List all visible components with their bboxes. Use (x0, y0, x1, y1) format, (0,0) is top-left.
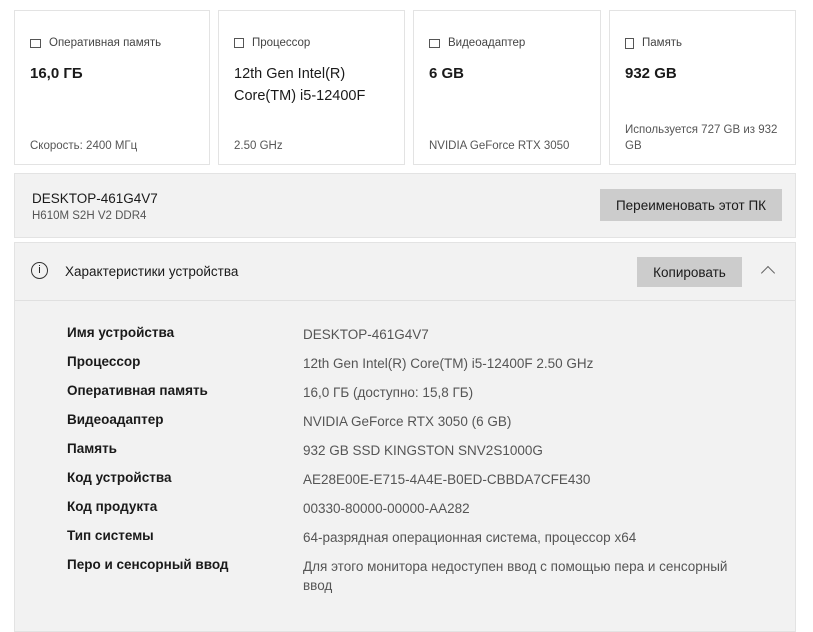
pc-model: H610M S2H V2 DDR4 (32, 210, 147, 222)
spec-label: Код продукта (67, 499, 158, 514)
info-icon: i (31, 262, 48, 279)
gpu-icon (429, 38, 440, 48)
cpu-icon (234, 38, 244, 48)
card-value: 932 GB (625, 65, 677, 82)
specs-title: Характеристики устройства (65, 264, 239, 279)
card-storage: Память 932 GB Используется 727 GB из 932… (609, 10, 796, 165)
specs-header[interactable]: i Характеристики устройства Копировать (15, 243, 795, 301)
card-sub: Скорость: 2400 МГц (30, 140, 138, 152)
card-ram: Оперативная память 16,0 ГБ Скорость: 240… (14, 10, 210, 165)
card-sub: Используется 727 GB из 932 GB (625, 124, 778, 152)
spec-row: Перо и сенсорный ввод Для этого монитора … (67, 557, 787, 595)
card-value: 16,0 ГБ (30, 65, 83, 82)
storage-icon (625, 37, 634, 49)
spec-label: Оперативная память (67, 383, 208, 398)
spec-row: Тип системы 64-разрядная операционная сис… (67, 528, 787, 547)
card-label: Видеоадаптер (448, 37, 526, 49)
spec-label: Код устройства (67, 470, 172, 485)
card-label: Память (642, 37, 683, 49)
spec-value: 12th Gen Intel(R) Core(TM) i5-12400F 2.5… (303, 356, 594, 371)
spec-row: Процессор 12th Gen Intel(R) Core(TM) i5-1… (67, 354, 787, 373)
spec-value: 00330-80000-00000-AA282 (303, 501, 470, 516)
spec-value: DESKTOP-461G4V7 (303, 327, 429, 342)
spec-row: Код устройства AE28E00E-E715-4A4E-B0ED-CB… (67, 470, 787, 489)
card-sub: NVIDIA GeForce RTX 3050 (429, 140, 570, 152)
card-cpu: Процессор 12th Gen Intel(R) Core(TM) i5-… (218, 10, 405, 165)
spec-label: Тип системы (67, 528, 154, 543)
spec-label: Видеоадаптер (67, 412, 164, 427)
card-label: Процессор (252, 37, 311, 49)
device-specs-panel: i Характеристики устройства Копировать И… (14, 242, 796, 632)
spec-row: Код продукта 00330-80000-00000-AA282 (67, 499, 787, 518)
spec-value: Для этого монитора недоступен ввод с пом… (303, 559, 728, 593)
rename-pc-button[interactable]: Переименовать этот ПК (600, 189, 782, 221)
spec-label: Имя устройства (67, 325, 175, 340)
spec-row: Память 932 GB SSD KINGSTON SNV2S1000G (67, 441, 787, 460)
spec-label: Память (67, 441, 117, 456)
spec-row: Имя устройства DESKTOP-461G4V7 (67, 325, 787, 344)
card-label: Оперативная память (49, 37, 162, 49)
spec-row: Видеоадаптер NVIDIA GeForce RTX 3050 (6 G… (67, 412, 787, 431)
card-gpu: Видеоадаптер 6 GB NVIDIA GeForce RTX 305… (413, 10, 601, 165)
pc-name-panel: DESKTOP-461G4V7 H610M S2H V2 DDR4 Переим… (14, 173, 796, 238)
copy-button[interactable]: Копировать (637, 257, 742, 287)
card-value: 6 GB (429, 65, 465, 82)
spec-value: NVIDIA GeForce RTX 3050 (6 GB) (303, 414, 512, 429)
spec-value: 16,0 ГБ (доступно: 15,8 ГБ) (303, 385, 474, 400)
spec-value: 64-разрядная операционная система, проце… (303, 530, 637, 545)
card-value: 12th Gen Intel(R) Core(TM) i5-12400F (234, 66, 366, 104)
spec-label: Процессор (67, 354, 141, 369)
spec-label: Перо и сенсорный ввод (67, 557, 229, 572)
pc-name: DESKTOP-461G4V7 (32, 191, 158, 206)
chevron-up-icon[interactable] (760, 265, 776, 281)
card-sub: 2.50 GHz (234, 140, 283, 152)
spec-value: AE28E00E-E715-4A4E-B0ED-CBBDA7CFE430 (303, 472, 591, 487)
spec-value: 932 GB SSD KINGSTON SNV2S1000G (303, 443, 543, 458)
spec-row: Оперативная память 16,0 ГБ (доступно: 15,… (67, 383, 787, 402)
ram-icon (30, 38, 41, 48)
